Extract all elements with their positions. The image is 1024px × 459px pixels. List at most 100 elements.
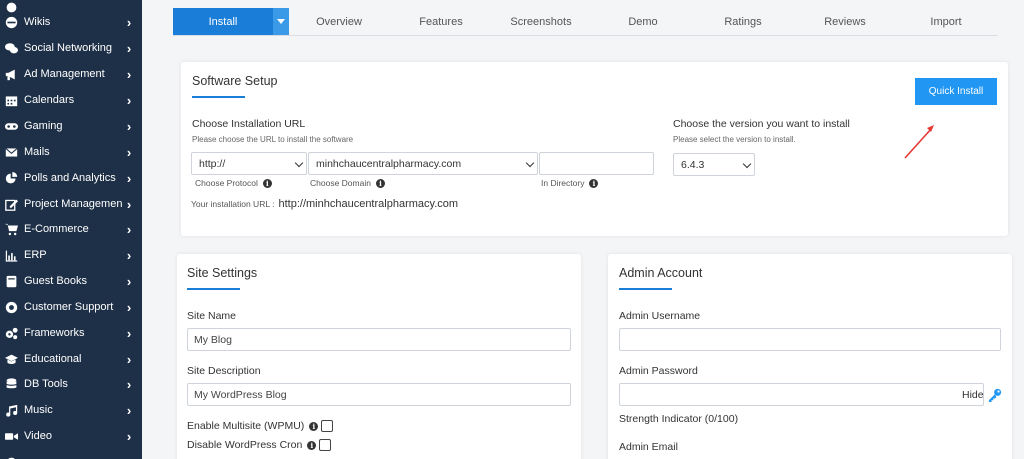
tab-demo[interactable]: Demo (593, 8, 693, 35)
hint-text: In Directory (541, 178, 585, 188)
chevron-right-icon: › (126, 351, 132, 367)
sidebar-item-gaming[interactable]: Gaming › (0, 113, 142, 139)
info-icon[interactable]: i (375, 178, 385, 188)
quick-install-button[interactable]: Quick Install (915, 78, 997, 105)
tab-overview[interactable]: Overview (289, 8, 389, 35)
version-sublabel: Please select the version to install. (673, 135, 796, 144)
sidebar-item-wikis[interactable]: Wikis › (0, 9, 142, 35)
version-label: Choose the version you want to install (673, 118, 850, 130)
tab-ratings[interactable]: Ratings (693, 8, 793, 35)
sidebar-item-label: Customer Support (24, 301, 114, 313)
sidebar-item-label: Guest Books (24, 275, 87, 287)
disable-cron-row: Disable WordPress Cron i (187, 439, 332, 451)
sidebar-item-project-management[interactable]: Project Management › (0, 191, 142, 217)
key-icon[interactable] (988, 388, 1002, 402)
sidebar-item-video[interactable]: Video › (0, 423, 142, 449)
tab-features[interactable]: Features (391, 8, 491, 35)
directory-hint: In Directory i (541, 178, 599, 188)
info-icon[interactable]: i (307, 440, 317, 450)
version-select[interactable]: 6.4.3 (673, 153, 755, 176)
chevron-right-icon: › (126, 14, 132, 30)
tab-import[interactable]: Import (895, 8, 997, 35)
installation-url-sublabel: Please choose the URL to install the sof… (192, 135, 354, 144)
disable-cron-checkbox[interactable] (319, 439, 332, 451)
protocol-value: http:// (199, 157, 226, 170)
sidebar-item-label: Educational (24, 353, 82, 365)
tab-install[interactable]: Install (173, 8, 289, 35)
tab-install-dropdown[interactable] (273, 8, 289, 35)
chevron-down-icon (294, 158, 304, 168)
cart-icon (4, 222, 18, 236)
admin-username-input[interactable] (619, 328, 1001, 351)
sidebar-item-social-networking[interactable]: Social Networking › (0, 35, 142, 61)
chevron-down-icon (742, 159, 752, 169)
hide-password-toggle[interactable]: Hide (962, 389, 984, 401)
tab-label: Ratings (724, 15, 762, 28)
sidebar-item-label: Mails (24, 146, 50, 158)
sidebar-item-guest-books[interactable]: Guest Books › (0, 268, 142, 294)
chevron-right-icon: › (126, 118, 132, 134)
tab-bar: Install Overview Features Screenshots De… (173, 8, 998, 36)
chat-bubbles-icon (4, 41, 18, 55)
sidebar-item-customer-support[interactable]: Customer Support › (0, 294, 142, 320)
title-underline (187, 288, 240, 290)
tab-screenshots[interactable]: Screenshots (491, 8, 591, 35)
tab-label: Features (419, 15, 463, 28)
chevron-right-icon: › (126, 273, 132, 289)
multisite-label: Enable Multisite (WPMU) (187, 420, 305, 432)
sidebar-item-ad-management[interactable]: Ad Management › (0, 61, 142, 87)
sidebar-item-label: Wikis (24, 16, 51, 28)
multisite-checkbox[interactable] (321, 420, 334, 432)
info-icon[interactable]: i (589, 178, 599, 188)
site-name-value: My Blog (194, 333, 232, 346)
sidebar-item-music[interactable]: Music › (0, 397, 142, 423)
sidebar-item-educational[interactable]: Educational › (0, 346, 142, 372)
video-camera-icon (4, 429, 18, 443)
sidebar-item-label: Video (24, 430, 52, 442)
admin-email-label: Admin Email (619, 441, 678, 453)
tab-label: Demo (628, 15, 658, 28)
sidebar-item-label: Social Networking (24, 42, 113, 54)
software-setup-title: Software Setup (192, 74, 278, 88)
sidebar-item-erp[interactable]: ERP › (0, 242, 142, 268)
chevron-right-icon: › (126, 428, 132, 444)
directory-input[interactable] (539, 152, 654, 175)
info-icon[interactable]: i (262, 178, 272, 188)
graduation-cap-icon (4, 352, 18, 366)
domain-select[interactable]: minhchaucentralpharmacy.com (308, 152, 538, 175)
sidebar-item-label: ERP (24, 249, 47, 261)
admin-password-input[interactable] (619, 383, 984, 406)
bar-chart-icon (4, 248, 18, 262)
book-icon (4, 274, 18, 288)
site-name-input[interactable]: My Blog (187, 328, 571, 351)
protocol-select[interactable]: http:// (191, 152, 307, 175)
sidebar-item-polls-and-analytics[interactable]: Polls and Analytics › (0, 165, 142, 191)
calendar-icon (4, 93, 18, 107)
annotation-arrow-icon (904, 125, 934, 159)
sidebar-item-db-tools[interactable]: DB Tools › (0, 371, 142, 397)
version-value: 6.4.3 (681, 158, 705, 171)
hint-text: Choose Domain (310, 178, 371, 188)
sidebar-item-label: Polls and Analytics (24, 172, 116, 184)
tab-label: Install (208, 15, 238, 28)
sidebar-item-e-commerce[interactable]: E-Commerce › (0, 216, 142, 242)
sidebar: Wikis › Social Networking › Ad Managemen… (0, 0, 142, 459)
sidebar-item-partial-bottom[interactable] (0, 449, 142, 459)
chevron-right-icon: › (126, 92, 132, 108)
installation-url-label: Choose Installation URL (192, 118, 306, 130)
install-url-label: Your installation URL : (191, 199, 275, 209)
tab-reviews[interactable]: Reviews (795, 8, 895, 35)
sidebar-item-label: Ad Management (24, 68, 105, 80)
database-icon (4, 377, 18, 391)
admin-username-label: Admin Username (619, 310, 701, 322)
site-settings-title: Site Settings (187, 266, 258, 280)
site-description-input[interactable]: My WordPress Blog (187, 383, 571, 406)
sidebar-item-mails[interactable]: Mails › (0, 139, 142, 165)
strength-indicator-label: Strength Indicator (0/100) (619, 413, 739, 425)
sidebar-item-calendars[interactable]: Calendars › (0, 87, 142, 113)
install-url-value: http://minhchaucentralpharmacy.com (278, 198, 459, 210)
sidebar-item-frameworks[interactable]: Frameworks › (0, 320, 142, 346)
admin-password-label: Admin Password (619, 365, 698, 377)
site-description-value: My WordPress Blog (194, 388, 287, 401)
info-icon[interactable]: i (309, 421, 319, 431)
